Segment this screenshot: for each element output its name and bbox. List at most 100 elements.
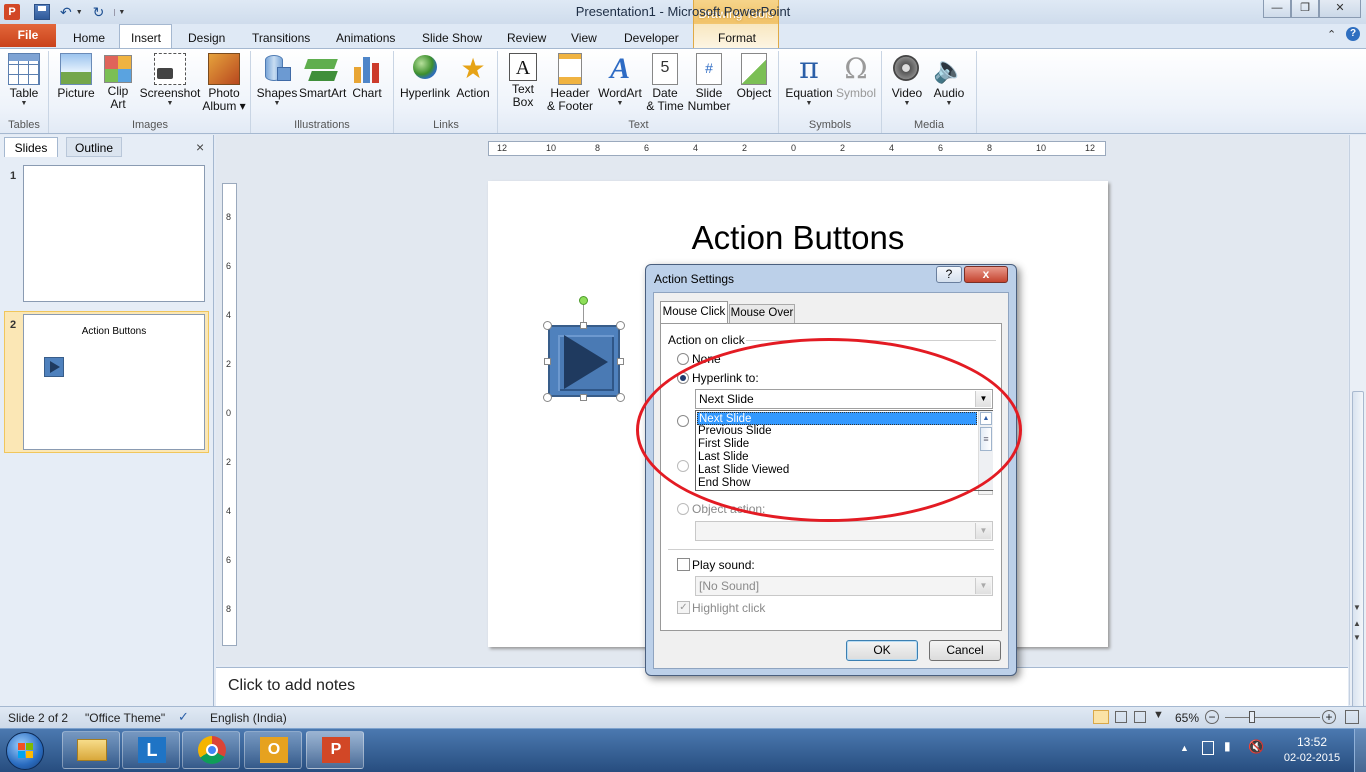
taskbar-explorer[interactable] bbox=[62, 731, 120, 769]
file-tab[interactable]: File bbox=[0, 24, 56, 47]
resize-handle[interactable] bbox=[580, 322, 587, 329]
slide-thumbnail-1[interactable] bbox=[23, 165, 205, 302]
play-sound-checkbox[interactable] bbox=[677, 558, 690, 571]
close-pane-icon[interactable]: × bbox=[196, 139, 204, 155]
tab-animations[interactable]: Animations bbox=[336, 28, 395, 48]
date-time-label-1: Date bbox=[652, 86, 678, 100]
tab-view[interactable]: View bbox=[571, 28, 597, 48]
scrollbar-thumb[interactable] bbox=[1352, 391, 1364, 731]
taskbar-chrome[interactable] bbox=[182, 731, 240, 769]
rotation-handle[interactable] bbox=[579, 296, 588, 305]
action-button-shape[interactable] bbox=[548, 325, 620, 397]
table-button[interactable]: Table ▼ bbox=[5, 53, 43, 108]
resize-handle[interactable] bbox=[543, 321, 552, 330]
tab-format[interactable]: Format bbox=[718, 28, 756, 48]
zoom-slider-thumb[interactable] bbox=[1249, 711, 1255, 723]
highlight-click-checkbox[interactable]: ✓ bbox=[677, 601, 690, 614]
dialog-close-button[interactable]: x bbox=[964, 266, 1008, 283]
hyperlink-button[interactable]: Hyperlink bbox=[398, 53, 452, 100]
radio-object-action[interactable] bbox=[677, 503, 689, 515]
tab-home[interactable]: Home bbox=[73, 28, 105, 48]
clock-time[interactable]: 13:52 bbox=[1282, 735, 1342, 749]
video-button[interactable]: Video ▼ bbox=[887, 53, 927, 108]
object-button[interactable]: Object bbox=[734, 53, 774, 100]
resize-handle[interactable] bbox=[616, 321, 625, 330]
resize-handle[interactable] bbox=[580, 394, 587, 401]
tab-mouse-click[interactable]: Mouse Click bbox=[660, 301, 728, 323]
show-desktop-button[interactable] bbox=[1354, 729, 1366, 772]
wordart-button[interactable]: A WordArt ▼ bbox=[597, 53, 643, 108]
tab-outline[interactable]: Outline bbox=[66, 137, 122, 157]
clip-art-button[interactable]: Clip Art bbox=[100, 53, 136, 111]
date-time-button[interactable]: 5 Date & Time bbox=[646, 53, 684, 113]
slide-number-button[interactable]: # Slide Number bbox=[686, 53, 732, 113]
audio-button[interactable]: 🔈 Audio ▼ bbox=[930, 53, 968, 108]
resize-handle[interactable] bbox=[617, 358, 624, 365]
fit-slide-icon[interactable] bbox=[1345, 710, 1359, 724]
language[interactable]: English (India) bbox=[210, 711, 287, 725]
shapes-button[interactable]: Shapes ▼ bbox=[255, 53, 299, 108]
network-icon[interactable]: ▮ bbox=[1224, 739, 1231, 753]
tab-transitions[interactable]: Transitions bbox=[252, 28, 310, 48]
tray-expand-icon[interactable]: ▲ bbox=[1180, 743, 1189, 753]
theme-name[interactable]: "Office Theme" bbox=[85, 711, 165, 725]
slide-title[interactable]: Action Buttons bbox=[488, 219, 1108, 257]
ruler-tick-label: 6 bbox=[938, 143, 944, 153]
help-icon[interactable]: ? bbox=[1346, 27, 1360, 41]
tab-slides[interactable]: Slides bbox=[4, 137, 58, 157]
scroll-down-arrow-icon[interactable]: ▼ bbox=[1353, 603, 1361, 612]
folder-icon bbox=[77, 739, 107, 761]
cancel-button[interactable]: Cancel bbox=[929, 640, 1001, 661]
object-action-select[interactable]: ▼ bbox=[695, 521, 993, 541]
minimize-button[interactable]: — bbox=[1263, 0, 1291, 18]
smartart-button[interactable]: SmartArt bbox=[299, 53, 346, 100]
dialog-help-button[interactable]: ? bbox=[936, 266, 962, 283]
action-button[interactable]: ★ Action bbox=[454, 53, 492, 100]
resize-handle[interactable] bbox=[616, 393, 625, 402]
tab-insert[interactable]: Insert bbox=[131, 28, 161, 48]
symbol-button[interactable]: Ω Symbol bbox=[836, 53, 876, 100]
tab-mouse-over[interactable]: Mouse Over bbox=[729, 304, 795, 323]
normal-view-icon[interactable] bbox=[1093, 710, 1109, 724]
vertical-scrollbar[interactable]: ▼ ▲ ▼ bbox=[1349, 135, 1366, 731]
restore-button[interactable]: ❐ bbox=[1291, 0, 1319, 18]
header-footer-button[interactable]: Header & Footer bbox=[544, 53, 596, 113]
clock-date[interactable]: 02-02-2015 bbox=[1278, 752, 1346, 764]
start-button[interactable] bbox=[6, 732, 44, 770]
next-slide-icon[interactable]: ▼ bbox=[1353, 633, 1361, 642]
chart-button[interactable]: Chart bbox=[349, 53, 385, 100]
reading-view-icon[interactable] bbox=[1134, 711, 1146, 723]
zoom-in-icon[interactable]: + bbox=[1322, 710, 1336, 724]
sound-select[interactable]: [No Sound] ▼ bbox=[695, 576, 993, 596]
close-window-button[interactable]: ✕ bbox=[1319, 0, 1361, 18]
taskbar-outlook[interactable]: O bbox=[244, 731, 302, 769]
photo-album-button[interactable]: Photo Album ▾ bbox=[202, 53, 246, 113]
tab-design[interactable]: Design bbox=[188, 28, 225, 48]
previous-slide-icon[interactable]: ▲ bbox=[1353, 619, 1361, 628]
radio-none[interactable] bbox=[677, 353, 689, 365]
tab-slide-show[interactable]: Slide Show bbox=[422, 28, 482, 48]
taskbar-lync[interactable]: L bbox=[122, 731, 180, 769]
volume-muted-icon[interactable]: 🔇 bbox=[1248, 739, 1264, 755]
ok-button[interactable]: OK bbox=[846, 640, 918, 661]
chart-label: Chart bbox=[352, 86, 382, 100]
zoom-level[interactable]: 65% bbox=[1175, 711, 1199, 725]
picture-button[interactable]: Picture bbox=[56, 53, 96, 100]
resize-handle[interactable] bbox=[543, 393, 552, 402]
spell-check-icon[interactable]: ✓ bbox=[178, 709, 189, 725]
action-label: Action bbox=[456, 86, 490, 100]
tab-review[interactable]: Review bbox=[507, 28, 546, 48]
battery-icon[interactable] bbox=[1202, 741, 1214, 755]
zoom-slider-track[interactable] bbox=[1225, 717, 1320, 718]
zoom-out-icon[interactable]: − bbox=[1205, 710, 1219, 724]
tab-developer[interactable]: Developer bbox=[624, 28, 679, 48]
slide-sorter-view-icon[interactable] bbox=[1115, 711, 1127, 723]
slide-thumbnail-2[interactable]: Action Buttons bbox=[23, 314, 205, 450]
resize-handle[interactable] bbox=[544, 358, 551, 365]
slide-show-view-icon[interactable]: ▼ bbox=[1153, 709, 1164, 721]
screenshot-button[interactable]: Screenshot ▼ bbox=[138, 53, 202, 108]
minimize-ribbon-icon[interactable]: ⌃ bbox=[1327, 28, 1336, 41]
equation-button[interactable]: π Equation ▼ bbox=[784, 53, 834, 108]
text-box-button[interactable]: A Text Box bbox=[505, 53, 541, 109]
taskbar-powerpoint[interactable]: P bbox=[306, 731, 364, 769]
